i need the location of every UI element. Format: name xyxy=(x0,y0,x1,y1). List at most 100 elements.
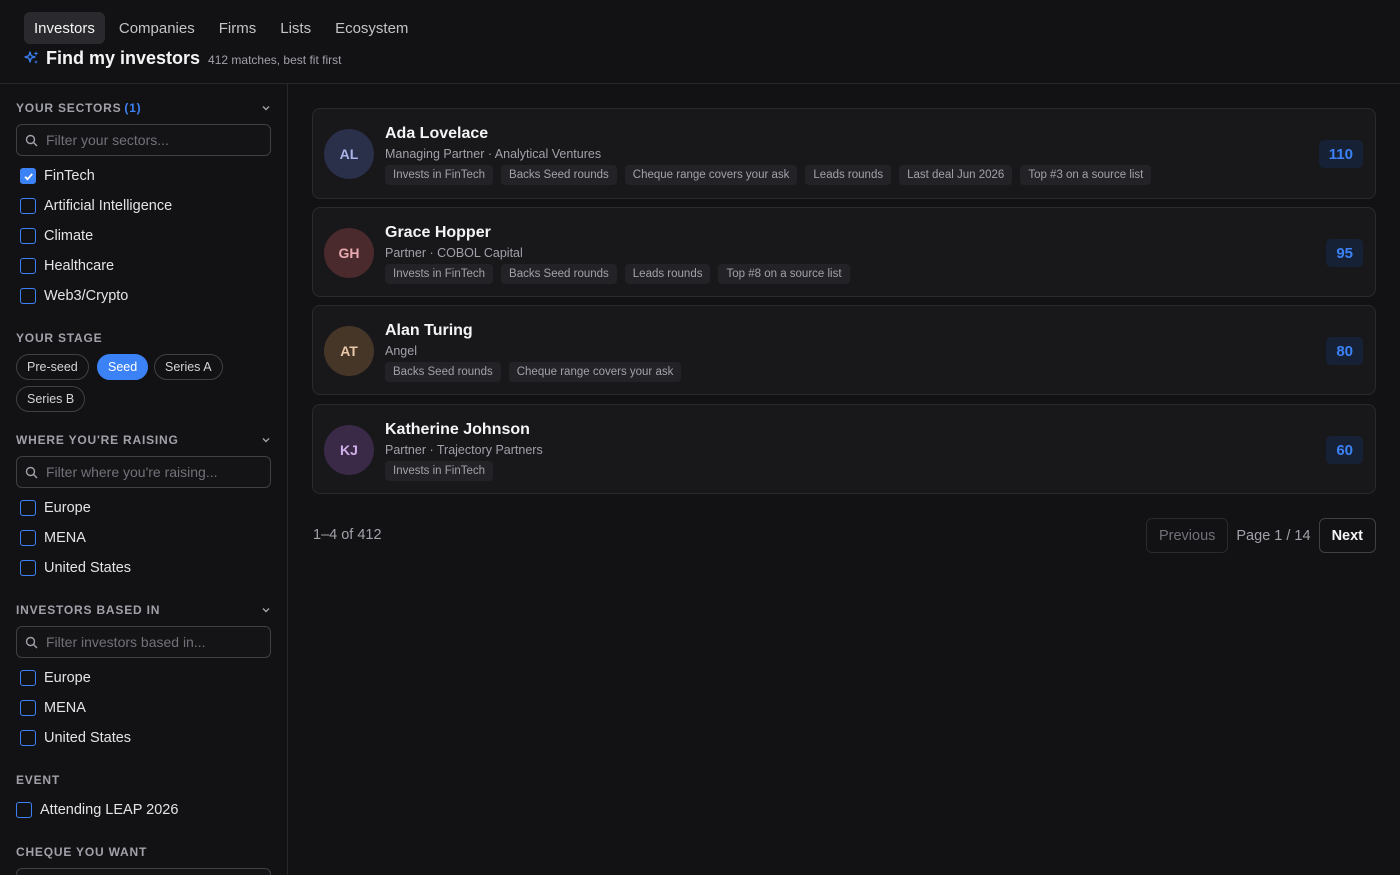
match-tag: Invests in FinTech xyxy=(385,461,494,481)
checkbox[interactable] xyxy=(20,258,36,274)
investor-card[interactable]: AL Ada Lovelace Managing Partner · Analy… xyxy=(312,108,1376,199)
match-tag: Top #8 on a source list xyxy=(718,264,850,284)
checkbox[interactable] xyxy=(20,670,36,686)
previous-button[interactable]: Previous xyxy=(1145,518,1229,553)
investor-name: Katherine Johnson xyxy=(385,421,530,438)
chevron-down-icon[interactable] xyxy=(260,604,272,616)
tab-lists[interactable]: Lists xyxy=(270,12,321,44)
match-tag: Leads rounds xyxy=(624,264,711,284)
chevron-down-icon[interactable] xyxy=(260,434,272,446)
based-search-input[interactable] xyxy=(46,634,256,650)
fit-score-badge: 110 xyxy=(1318,140,1363,168)
stage-pill-preseed[interactable]: Pre-seed xyxy=(16,354,89,380)
investor-role: Managing Partner · Analytical Ventures xyxy=(385,147,602,161)
checkbox[interactable] xyxy=(20,500,36,516)
sector-option-label: Climate xyxy=(44,228,94,244)
event-label: EVENT xyxy=(16,773,61,787)
stage-pill-series-a[interactable]: Series A xyxy=(154,354,223,380)
avatar: GH xyxy=(324,228,374,278)
avatar: AL xyxy=(324,129,374,179)
match-tag: Cheque range covers your ask xyxy=(624,165,798,185)
page-title: Find my investors xyxy=(46,48,201,68)
sector-option-fintech[interactable]: FinTech xyxy=(20,166,95,186)
raising-option-mena[interactable]: MENA xyxy=(20,528,86,548)
match-tags: Backs Seed rounds Cheque range covers yo… xyxy=(385,362,689,382)
sectors-label: YOUR SECTORS xyxy=(16,101,122,115)
tab-companies[interactable]: Companies xyxy=(109,12,205,44)
next-button[interactable]: Next xyxy=(1318,518,1376,553)
investor-card[interactable]: AT Alan Turing Angel Backs Seed rounds C… xyxy=(312,305,1376,395)
sector-option-healthcare[interactable]: Healthcare xyxy=(20,256,114,276)
page-indicator: Page 1 / 14 xyxy=(1236,527,1311,544)
raising-option-us[interactable]: United States xyxy=(20,558,131,578)
checkbox[interactable] xyxy=(20,198,36,214)
checkbox[interactable] xyxy=(20,228,36,244)
raising-label: WHERE YOU'RE RAISING xyxy=(16,433,179,447)
based-label: INVESTORS BASED IN xyxy=(16,603,161,617)
investor-card[interactable]: KJ Katherine Johnson Partner · Trajector… xyxy=(312,404,1376,494)
based-option-label: Europe xyxy=(44,670,91,686)
avatar: AT xyxy=(324,326,374,376)
sector-option-label: Artificial Intelligence xyxy=(44,198,173,214)
investor-name: Ada Lovelace xyxy=(385,125,489,142)
match-count: 412 matches, best fit first xyxy=(208,53,342,67)
fit-score-badge: 60 xyxy=(1326,436,1363,464)
fit-score-badge: 80 xyxy=(1326,337,1363,365)
sector-option-climate[interactable]: Climate xyxy=(20,226,93,246)
match-tag: Invests in FinTech xyxy=(385,264,494,284)
tab-ecosystem[interactable]: Ecosystem xyxy=(325,12,418,44)
checkbox[interactable] xyxy=(20,560,36,576)
based-option-mena[interactable]: MENA xyxy=(20,698,86,718)
search-icon xyxy=(25,636,38,648)
checkbox[interactable] xyxy=(16,802,32,818)
raising-search-input[interactable] xyxy=(46,464,256,480)
sector-option-ai[interactable]: Artificial Intelligence xyxy=(20,196,172,216)
based-option-europe[interactable]: Europe xyxy=(20,668,91,688)
raising-search[interactable] xyxy=(16,456,271,488)
investor-name: Alan Turing xyxy=(385,322,473,339)
match-tag: Leads rounds xyxy=(805,165,892,185)
checkbox-checked[interactable] xyxy=(20,168,36,184)
cheque-label: CHEQUE YOU WANT xyxy=(16,845,148,859)
checkbox[interactable] xyxy=(20,700,36,716)
match-tag: Backs Seed rounds xyxy=(385,362,501,382)
investor-role: Angel xyxy=(385,344,417,358)
investor-card[interactable]: GH Grace Hopper Partner · COBOL Capital … xyxy=(312,207,1376,297)
investor-role: Partner · COBOL Capital xyxy=(385,246,523,260)
based-option-label: MENA xyxy=(44,700,86,716)
sectors-count: (1) xyxy=(124,101,142,115)
sectors-search[interactable] xyxy=(16,124,271,156)
stage-pill-seed[interactable]: Seed xyxy=(97,354,149,380)
checkbox[interactable] xyxy=(20,730,36,746)
stage-pill-series-b[interactable]: Series B xyxy=(16,386,86,412)
pagination: Previous Page 1 / 14 Next xyxy=(1145,518,1376,553)
checkbox[interactable] xyxy=(20,530,36,546)
match-tags: Invests in FinTech Backs Seed rounds Lea… xyxy=(385,264,858,284)
sector-option-label: FinTech xyxy=(44,168,95,184)
check-icon xyxy=(23,172,33,180)
tab-investors[interactable]: Investors xyxy=(24,12,105,44)
based-search[interactable] xyxy=(16,626,271,658)
based-header[interactable]: INVESTORS BASED IN xyxy=(16,601,272,619)
fit-score-badge: 95 xyxy=(1326,239,1363,267)
checkbox[interactable] xyxy=(20,288,36,304)
raising-option-europe[interactable]: Europe xyxy=(20,498,91,518)
avatar: KJ xyxy=(324,425,374,475)
sparkles-icon xyxy=(24,51,39,64)
sectors-search-input[interactable] xyxy=(46,132,256,148)
raising-header[interactable]: WHERE YOU'RE RAISING xyxy=(16,431,272,449)
top-header: Investors Companies Firms Lists Ecosyste… xyxy=(0,0,1400,84)
stage-header: YOUR STAGE xyxy=(16,329,272,347)
title-row: Find my investors 412 matches, best fit … xyxy=(24,48,341,69)
match-tag: Backs Seed rounds xyxy=(501,165,617,185)
sector-option-web3[interactable]: Web3/Crypto xyxy=(20,286,128,306)
tab-firms[interactable]: Firms xyxy=(209,12,267,44)
match-tag: Last deal Jun 2026 xyxy=(899,165,1013,185)
sectors-header[interactable]: YOUR SECTORS (1) xyxy=(16,99,272,117)
investor-role: Partner · Trajectory Partners xyxy=(385,443,543,457)
event-option-leap[interactable]: Attending LEAP 2026 xyxy=(16,800,178,820)
based-option-us[interactable]: United States xyxy=(20,728,131,748)
cheque-input[interactable] xyxy=(16,868,271,875)
match-tag: Cheque range covers your ask xyxy=(508,362,682,382)
chevron-down-icon[interactable] xyxy=(260,102,272,114)
